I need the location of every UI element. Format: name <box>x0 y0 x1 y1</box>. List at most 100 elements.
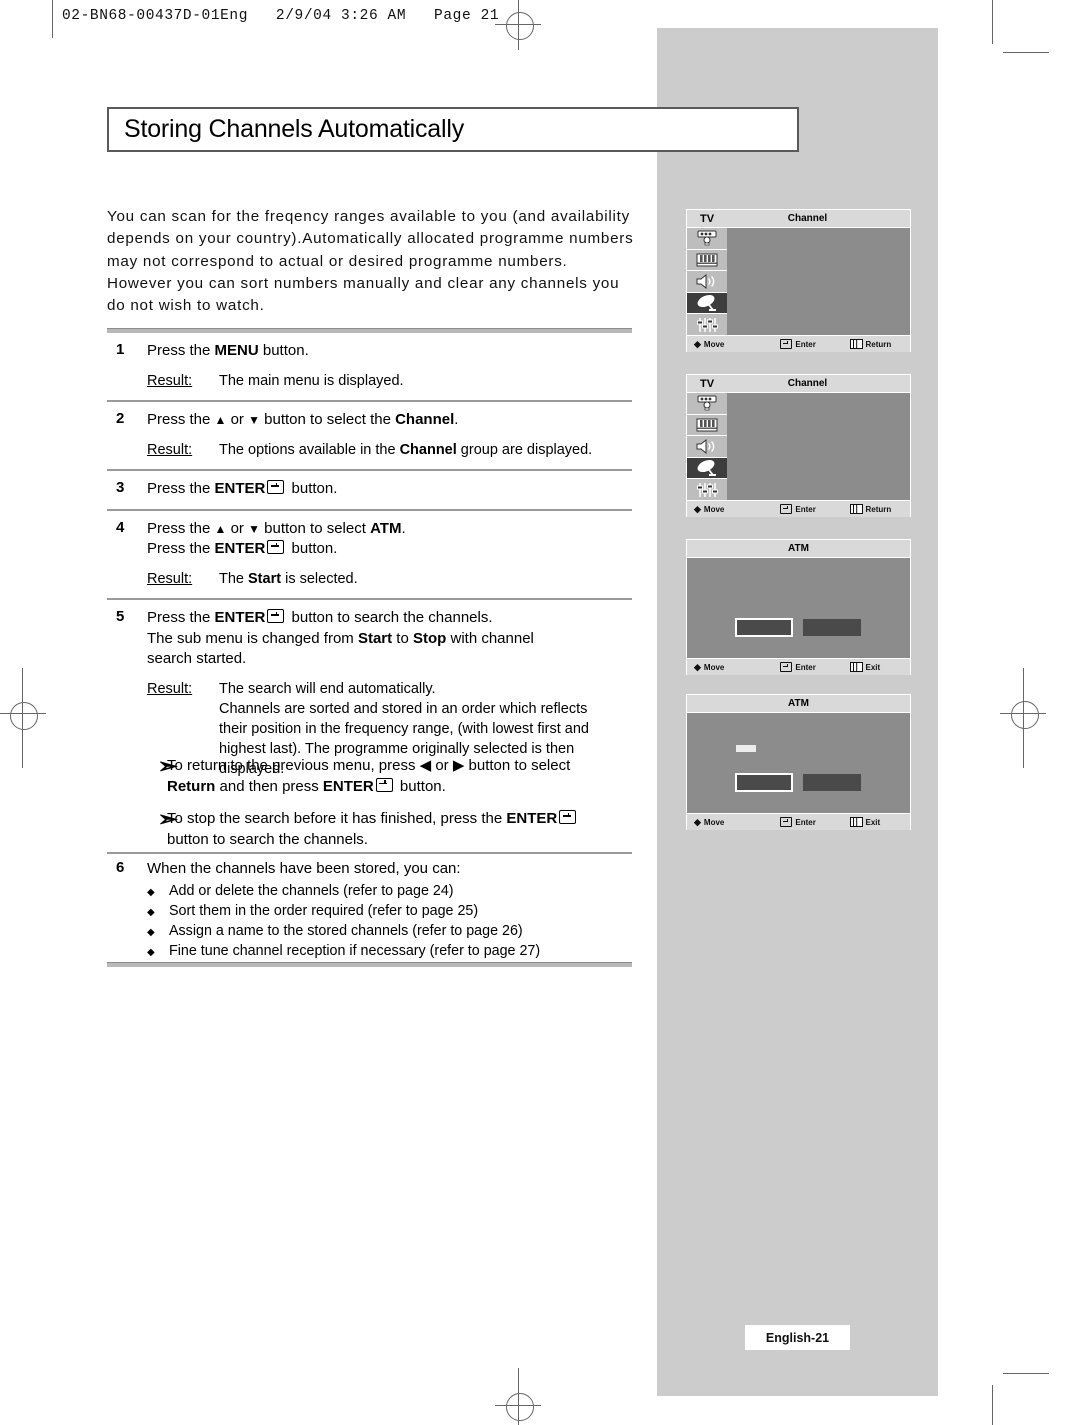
list-item: ◆ Add or delete the channels (refer to pa… <box>147 882 632 902</box>
divider <box>107 962 632 967</box>
down-arrow-icon: ▼ <box>248 521 260 536</box>
result-text: The options available in the Channel gro… <box>219 441 593 458</box>
step-number: 3 <box>116 479 125 496</box>
keyword: Return <box>167 777 216 795</box>
step-text: Press the MENU button. <box>147 342 309 359</box>
menu-key-icon <box>849 339 863 349</box>
result-line: Channels are sorted and stored in an ord… <box>219 700 588 717</box>
osd-content-area <box>687 558 910 658</box>
bars-icon-glyph <box>696 418 718 432</box>
updown-arrows-icon: ◆ <box>694 504 701 514</box>
step-1: 1 Press the MENU button. Result: The mai… <box>107 333 632 400</box>
step-text: When the channels have been stored, you … <box>147 860 461 877</box>
step-text: Press the ▲ or ▼ button to select the Ch… <box>147 411 459 428</box>
picture-icon[interactable] <box>687 228 727 250</box>
osd-group-title: Channel <box>787 213 828 224</box>
step-result: Result: The main menu is displayed. <box>147 371 632 392</box>
satellite-dish-icon-glyph <box>697 295 716 312</box>
osd-footer: ◆ Move Enter Return <box>687 500 910 517</box>
step6-bullet-list: ◆ Add or delete the channels (refer to pa… <box>147 882 632 963</box>
atm-start-button[interactable] <box>735 618 793 637</box>
satellite-dish-icon-glyph <box>697 460 716 477</box>
divider <box>107 852 632 854</box>
sliders-icon[interactable] <box>687 479 727 500</box>
list-item-label: Add or delete the channels (refer to pag… <box>169 882 454 899</box>
step-result: Result: The options available in the Cha… <box>147 440 632 461</box>
speaker-icon-glyph <box>696 438 715 454</box>
osd-footer-label: Return <box>865 339 892 349</box>
diamond-bullet-icon: ◆ <box>147 906 155 918</box>
crop-mark-top-right-vertical <box>992 0 993 44</box>
sliders-icon[interactable] <box>687 314 727 335</box>
intro-paragraph: You can scan for the freqency ranges ava… <box>107 206 699 317</box>
crop-mark-top-left-vertical <box>52 0 53 38</box>
keyword: Channel <box>399 441 457 458</box>
satellite-dish-icon[interactable] <box>687 292 727 315</box>
speaker-icon[interactable] <box>687 436 727 458</box>
step-number: 6 <box>116 859 125 876</box>
osd-title: ATM <box>788 698 809 709</box>
result-text: The Start is selected. <box>219 570 358 587</box>
step-number: 5 <box>116 608 125 625</box>
osd-source-label: TV <box>699 212 715 225</box>
osd-footer-label: Exit <box>865 817 881 827</box>
bars-icon[interactable] <box>687 415 727 437</box>
crop-mark-bottom-right-horizontal <box>1003 1373 1049 1374</box>
note-list: ➣ To return to the previous menu, press … <box>107 756 667 862</box>
page-title: Storing Channels Automatically <box>124 115 465 143</box>
result-line: their position in the frequency range, (… <box>219 720 589 737</box>
list-item: ◆ Fine tune channel reception if necessar… <box>147 942 632 962</box>
diamond-bullet-icon: ◆ <box>147 886 155 898</box>
osd-footer-label: Enter <box>795 504 816 514</box>
step-text: Press the ENTER button. <box>147 480 338 497</box>
osd-content-area <box>687 713 910 813</box>
intro-line: do not wish to watch. <box>107 297 265 315</box>
osd-footer-label: Enter <box>795 662 816 672</box>
keyword: Channel <box>395 411 455 428</box>
up-arrow-icon: ▲ <box>214 521 227 536</box>
bars-icon-glyph <box>696 253 718 267</box>
osd-footer: ◆ Move Enter Exit <box>687 658 910 675</box>
satellite-dish-icon[interactable] <box>687 457 727 480</box>
enter-key-icon <box>780 339 793 349</box>
osd-footer-label: Move <box>703 662 725 672</box>
atm-stop-button[interactable] <box>735 773 793 792</box>
keyword: ENTER <box>322 777 374 795</box>
instruction-steps: 1 Press the MENU button. Result: The mai… <box>107 328 632 788</box>
osd-source-label: TV <box>699 377 715 390</box>
osd-footer-label: Enter <box>795 339 816 349</box>
osd-content-area <box>727 228 910 335</box>
atm-return-button[interactable] <box>803 774 861 791</box>
arrow-bullet-icon: ➣ <box>157 808 178 831</box>
atm-return-button[interactable] <box>803 619 861 636</box>
step-text: The sub menu is changed from Start to St… <box>147 629 534 647</box>
result-label: Result: <box>147 441 193 458</box>
atm-progress-indicator <box>736 745 756 752</box>
picture-icon[interactable] <box>687 393 727 415</box>
osd-icon-column <box>687 228 727 335</box>
menu-key-icon <box>849 817 863 827</box>
step-text: Press the ▲ or ▼ button to select ATM. <box>147 519 406 537</box>
step-text: search started. <box>147 650 247 667</box>
intro-line: You can scan for the freqency ranges ava… <box>107 208 630 225</box>
enter-key-icon <box>780 662 793 672</box>
crop-mark-bottom-right-vertical <box>992 1385 993 1425</box>
picture-icon-glyph <box>697 230 717 246</box>
osd-footer-label: Move <box>703 339 725 349</box>
osd-footer-label: Enter <box>795 817 816 827</box>
result-label: Result: <box>147 570 193 587</box>
enter-key-icon <box>375 777 393 792</box>
step-3: 3 Press the ENTER button. <box>107 471 632 509</box>
keyword: ATM <box>370 519 402 537</box>
page-title-box: Storing Channels Automatically <box>107 107 799 152</box>
keyword: Start <box>357 629 393 647</box>
arrow-bullet-icon: ➣ <box>157 755 178 778</box>
osd-footer-label: Exit <box>865 662 881 672</box>
speaker-icon[interactable] <box>687 271 727 293</box>
osd-header: ATM <box>687 695 910 713</box>
list-item-label: Assign a name to the stored channels (re… <box>169 923 523 940</box>
bars-icon[interactable] <box>687 250 727 272</box>
step-number: 1 <box>116 341 125 358</box>
crop-mark-top-right-horizontal <box>1003 52 1049 53</box>
enter-key-icon <box>267 540 285 554</box>
